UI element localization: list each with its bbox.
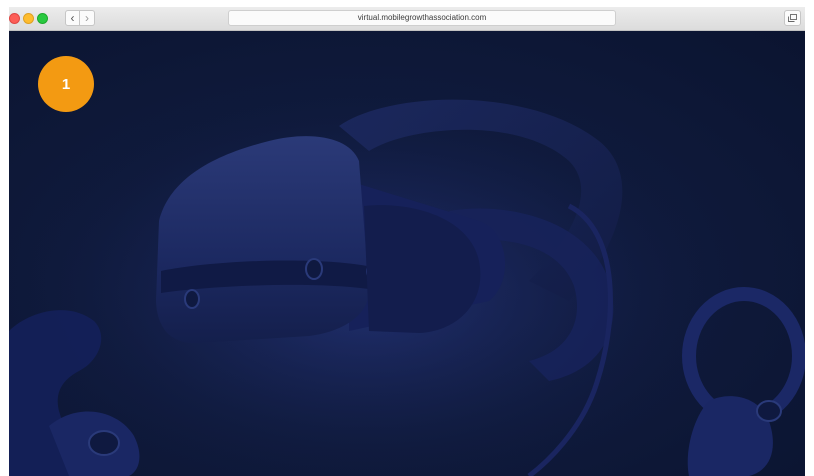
vr-headset-image xyxy=(9,31,805,476)
forward-button[interactable]: › xyxy=(80,10,95,26)
browser-titlebar: ‹ › virtual.mobilegrowthassociation.com xyxy=(9,7,805,31)
minimize-window-button[interactable] xyxy=(23,13,34,24)
browser-window: ‹ › virtual.mobilegrowthassociation.com xyxy=(9,7,805,476)
forward-icon: › xyxy=(85,11,89,25)
show-tabs-button[interactable] xyxy=(784,10,801,26)
tabs-icon xyxy=(788,14,797,22)
back-button[interactable]: ‹ xyxy=(65,10,80,26)
address-bar[interactable]: virtual.mobilegrowthassociation.com xyxy=(228,10,616,26)
page-content: 1 xyxy=(9,31,805,476)
step-number: 1 xyxy=(61,75,71,93)
zoom-window-button[interactable] xyxy=(37,13,48,24)
close-window-button[interactable] xyxy=(9,13,20,24)
address-bar-url: virtual.mobilegrowthassociation.com xyxy=(357,13,487,22)
back-icon: ‹ xyxy=(70,11,75,25)
step-number-badge: 1 xyxy=(38,56,94,112)
